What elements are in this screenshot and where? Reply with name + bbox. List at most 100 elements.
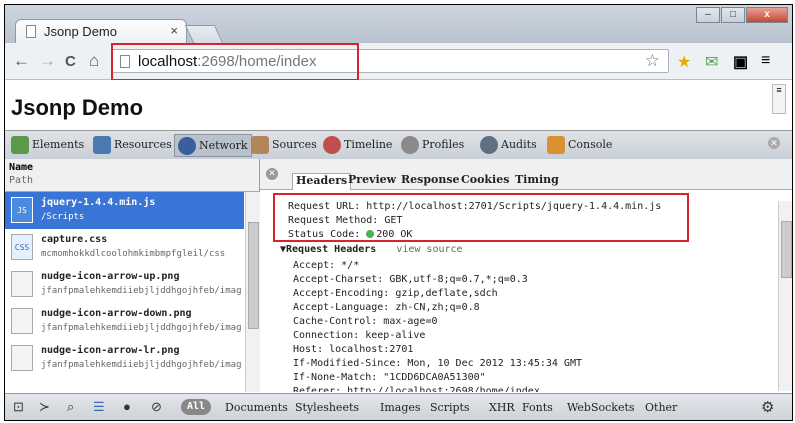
request-path: mcmomhokkdlcoolohmkimbmpfgleil/css — [41, 249, 226, 259]
panel-console[interactable]: Console — [547, 134, 612, 155]
header-line: Accept-Charset: GBK,utf-8;q=0.7,*;q=0.3 — [293, 274, 528, 285]
image-file-icon — [11, 308, 33, 334]
home-icon[interactable]: ⌂ — [89, 51, 99, 71]
header-line: Connection: keep-alive — [293, 330, 426, 341]
request-row[interactable]: nudge-icon-arrow-up.png jfanfpmalehkemdi… — [5, 266, 244, 303]
request-path: jfanfpmalehkemdiiebjljddhgojhfeb/imag — [41, 323, 242, 333]
settings-gear-icon[interactable]: ⚙ — [761, 398, 774, 416]
page-icon — [26, 25, 36, 38]
console-icon — [547, 135, 565, 154]
forward-icon[interactable]: → — [39, 51, 56, 71]
panel-timeline[interactable]: Timeline — [323, 134, 392, 155]
timeline-icon — [323, 135, 341, 154]
scrollbar-thumb[interactable] — [248, 222, 259, 329]
panel-icon[interactable]: ▣ — [733, 52, 748, 72]
clear-icon[interactable]: ⊘ — [151, 399, 162, 415]
dock-icon[interactable]: ⊡ — [13, 399, 24, 415]
request-list: Name Path JS jquery-1.4.4.min.js /Script… — [5, 159, 260, 392]
console-drawer-icon[interactable]: ≻ — [39, 399, 50, 415]
panel-elements[interactable]: Elements — [11, 134, 84, 155]
maximize-icon[interactable]: □ — [721, 7, 745, 23]
tab-headers[interactable]: Headers — [292, 173, 352, 190]
resources-icon — [93, 135, 111, 154]
header-line: Host: localhost:2701 — [293, 344, 414, 355]
close-devtools-icon[interactable]: ✕ — [768, 137, 780, 149]
request-path: jfanfpmalehkemdiiebjljddhgojhfeb/imag — [41, 360, 242, 370]
page-content: Jsonp Demo ≡ — [5, 80, 792, 130]
panel-audits[interactable]: Audits — [480, 134, 537, 155]
header-line: If-Modified-Since: Mon, 10 Dec 2012 13:4… — [293, 358, 582, 369]
filter-images[interactable]: Images — [380, 401, 421, 414]
filter-other[interactable]: Other — [645, 401, 677, 414]
panel-profiles[interactable]: Profiles — [401, 134, 464, 155]
request-path: /Scripts — [41, 212, 85, 222]
back-icon[interactable]: ← — [13, 51, 30, 71]
tab-response[interactable]: Response — [401, 173, 460, 189]
minimize-icon[interactable]: – — [696, 7, 720, 23]
request-list-scrollbar[interactable] — [245, 192, 260, 392]
tab-close-icon[interactable]: × — [170, 23, 178, 38]
panel-label: Audits — [501, 138, 537, 151]
request-list-header[interactable]: Name Path — [5, 159, 259, 192]
close-window-icon[interactable]: x — [746, 7, 788, 23]
filter-fonts[interactable]: Fonts — [522, 401, 553, 414]
panel-network[interactable]: Network — [174, 134, 252, 157]
filter-stylesheets[interactable]: Stylesheets — [295, 401, 359, 414]
network-icon — [178, 136, 196, 155]
close-detail-icon[interactable]: ✕ — [266, 168, 278, 180]
sources-icon — [251, 135, 269, 154]
filter-all-button[interactable]: All — [181, 399, 211, 415]
filter-documents[interactable]: Documents — [225, 401, 288, 414]
image-file-icon — [11, 345, 33, 371]
scrollbar-thumb[interactable] — [781, 221, 792, 278]
request-row[interactable]: CSS capture.css mcmomhokkdlcoolohmkimbmp… — [5, 229, 244, 266]
request-name: jquery-1.4.4.min.js — [41, 197, 156, 208]
star-extension-icon[interactable]: ★ — [677, 52, 691, 72]
extension-icon[interactable]: ✉ — [705, 52, 718, 72]
menu-icon[interactable]: ≡ — [761, 52, 770, 70]
panel-resources[interactable]: Resources — [93, 134, 172, 155]
devtools-toolbar: Elements Resources Network Sources Timel… — [5, 130, 792, 160]
view-source-link[interactable]: view source — [396, 244, 462, 255]
request-row[interactable]: nudge-icon-arrow-lr.png jfanfpmalehkemdi… — [5, 340, 244, 377]
request-row[interactable]: JS jquery-1.4.4.min.js /Scripts — [5, 192, 244, 229]
browser-tab[interactable]: Jsonp Demo × — [15, 19, 187, 43]
reload-icon[interactable]: C — [65, 53, 76, 70]
network-filter-bar: ⊡ ≻ ⌕ ☰ ● ⊘ All Documents Stylesheets Im… — [5, 393, 792, 420]
url-highlight-box — [111, 43, 359, 81]
tab-preview[interactable]: Preview — [348, 173, 396, 189]
request-row[interactable]: nudge-icon-arrow-down.png jfanfpmalehkem… — [5, 303, 244, 340]
panel-label: Console — [568, 138, 613, 151]
header-line: Referer: http://localhost:2698/home/inde… — [293, 386, 540, 392]
panel-sources[interactable]: Sources — [251, 134, 317, 155]
page-scrollbar[interactable]: ≡ — [772, 84, 786, 114]
script-file-icon: JS — [11, 197, 33, 223]
new-tab-button[interactable] — [184, 25, 224, 43]
request-summary-highlight-box — [273, 193, 689, 242]
header-line: Accept-Language: zh-CN,zh;q=0.8 — [293, 302, 480, 313]
request-path: jfanfpmalehkemdiiebjljddhgojhfeb/imag — [41, 286, 242, 296]
detail-scrollbar[interactable] — [778, 201, 792, 391]
filter-scripts[interactable]: Scripts — [430, 401, 470, 414]
request-name: nudge-icon-arrow-down.png — [41, 308, 192, 319]
filter-websockets[interactable]: WebSockets — [567, 401, 635, 414]
css-file-icon: CSS — [11, 234, 33, 260]
header-line: If-None-Match: "1CDD6DCA0A51300" — [293, 372, 486, 383]
profiles-icon — [401, 135, 419, 154]
request-headers-toggle[interactable]: ▼Request Headers view source — [280, 244, 463, 255]
page-heading: Jsonp Demo — [11, 95, 144, 120]
bookmark-star-icon[interactable]: ☆ — [645, 51, 660, 71]
search-icon[interactable]: ⌕ — [67, 399, 74, 415]
list-view-icon[interactable]: ☰ — [93, 399, 105, 415]
audits-icon — [480, 135, 498, 154]
image-file-icon — [11, 271, 33, 297]
header-line: Cache-Control: max-age=0 — [293, 316, 438, 327]
filter-xhr[interactable]: XHR — [489, 401, 515, 414]
browser-window: Jsonp Demo × – □ x ← → C ⌂ localhost:269… — [4, 4, 793, 421]
name-column-header: Name — [9, 162, 34, 173]
tab-timing[interactable]: Timing — [515, 173, 559, 189]
record-icon[interactable]: ● — [123, 399, 131, 414]
tab-cookies[interactable]: Cookies — [461, 173, 509, 189]
request-name: capture.css — [41, 234, 108, 245]
request-headers-label: ▼Request Headers — [280, 244, 377, 255]
